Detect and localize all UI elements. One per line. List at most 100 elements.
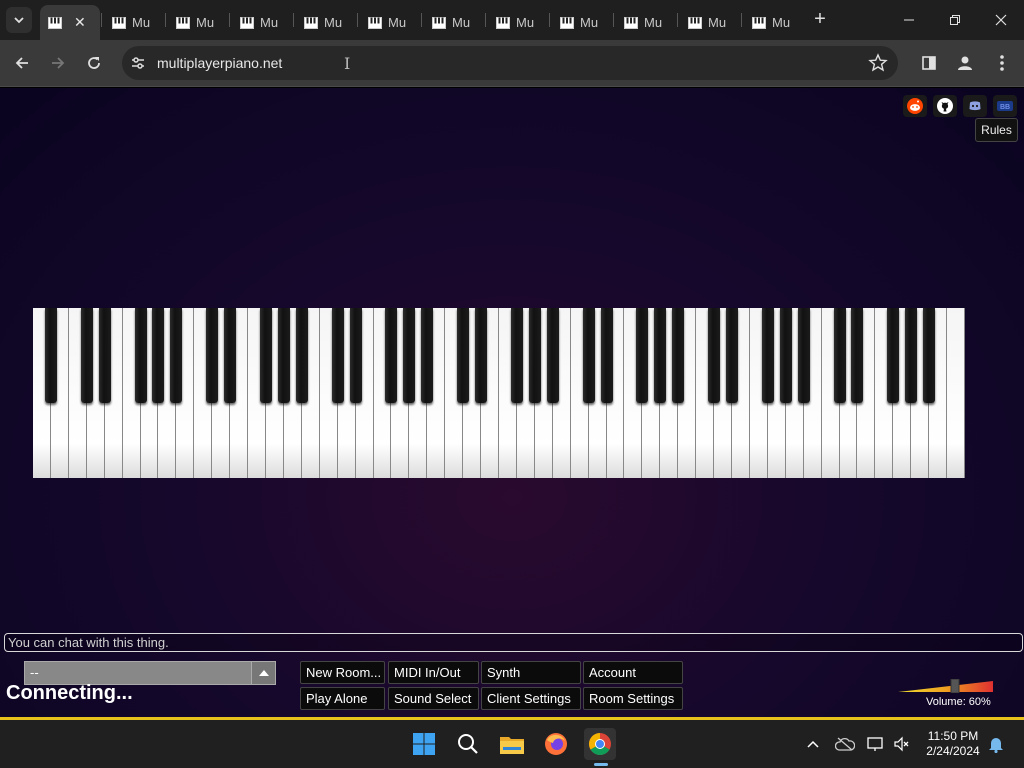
start-button[interactable]	[408, 728, 440, 760]
chat-input[interactable]: You can chat with this thing.	[4, 633, 1023, 652]
reload-button[interactable]	[82, 51, 106, 75]
black-key[interactable]	[331, 308, 344, 403]
browser-tab[interactable]: Mu	[616, 5, 674, 40]
black-key[interactable]	[761, 308, 774, 403]
black-key[interactable]	[385, 308, 398, 403]
black-key[interactable]	[510, 308, 523, 403]
forum-link[interactable]: BB	[993, 95, 1017, 117]
black-key[interactable]	[475, 308, 488, 403]
profile-button[interactable]	[954, 52, 976, 74]
black-key[interactable]	[636, 308, 649, 403]
black-key[interactable]	[277, 308, 290, 403]
black-key[interactable]	[546, 308, 559, 403]
bookmark-star-icon[interactable]	[868, 53, 888, 73]
black-key[interactable]	[98, 308, 111, 403]
black-key[interactable]	[851, 308, 864, 403]
back-button[interactable]	[10, 51, 34, 75]
black-key[interactable]	[403, 308, 416, 403]
file-explorer-button[interactable]	[496, 728, 528, 760]
volume-knob[interactable]	[950, 679, 960, 693]
play-alone-button[interactable]: Play Alone	[300, 687, 385, 710]
black-key[interactable]	[833, 308, 846, 403]
site-settings-icon[interactable]	[130, 55, 146, 71]
tab-title: Mu	[452, 15, 470, 30]
midi-button[interactable]: MIDI In/Out	[388, 661, 479, 684]
black-key[interactable]	[170, 308, 183, 403]
browser-tab[interactable]: Mu	[744, 5, 802, 40]
piano-keyboard[interactable]	[33, 308, 965, 478]
black-key[interactable]	[206, 308, 219, 403]
bell-icon	[989, 738, 1003, 753]
white-key[interactable]	[947, 308, 965, 478]
minimize-button[interactable]	[886, 0, 932, 40]
show-hidden-icons-button[interactable]	[803, 734, 823, 754]
new-room-button[interactable]: New Room...	[300, 661, 385, 684]
synth-button[interactable]: Synth	[481, 661, 581, 684]
sound-select-button[interactable]: Sound Select	[388, 687, 479, 710]
black-key[interactable]	[708, 308, 721, 403]
black-key[interactable]	[726, 308, 738, 403]
black-key[interactable]	[224, 308, 237, 403]
black-key[interactable]	[44, 308, 57, 403]
black-key[interactable]	[295, 308, 308, 403]
address-bar[interactable]: multiplayerpiano.net I	[122, 46, 898, 80]
taskbar-search-button[interactable]	[452, 728, 484, 760]
black-key[interactable]	[923, 308, 936, 403]
browser-tab[interactable]: Mu	[424, 5, 482, 40]
black-key[interactable]	[600, 308, 613, 403]
close-window-button[interactable]	[978, 0, 1024, 40]
browser-tab[interactable]: Mu	[168, 5, 226, 40]
url-text[interactable]: multiplayerpiano.net	[157, 55, 282, 71]
network-button[interactable]	[866, 734, 886, 754]
black-key[interactable]	[779, 308, 792, 403]
black-key[interactable]	[134, 308, 147, 403]
black-key[interactable]	[349, 308, 362, 403]
black-key[interactable]	[80, 308, 93, 403]
room-select-arrow[interactable]	[251, 662, 275, 684]
black-key[interactable]	[528, 308, 541, 403]
restore-button[interactable]	[932, 0, 978, 40]
black-key[interactable]	[421, 308, 434, 403]
black-key[interactable]	[797, 308, 810, 403]
black-key[interactable]	[887, 308, 900, 403]
taskbar: 11:50 PM 2/24/2024	[0, 720, 1024, 768]
reddit-link[interactable]	[903, 95, 927, 117]
black-key[interactable]	[582, 308, 595, 403]
black-key[interactable]	[905, 308, 918, 403]
black-key[interactable]	[260, 308, 272, 403]
notifications-button[interactable]	[986, 734, 1006, 754]
volume-tray-button[interactable]	[892, 734, 912, 754]
piano-icon	[176, 16, 190, 29]
browser-tab[interactable]: Mu	[488, 5, 546, 40]
tab-search-button[interactable]	[6, 7, 32, 33]
close-tab-icon[interactable]: ✕	[74, 14, 86, 31]
browser-tab[interactable]: Mu	[296, 5, 354, 40]
browser-menu-button[interactable]	[991, 52, 1013, 74]
black-key[interactable]	[457, 308, 470, 403]
room-settings-button[interactable]: Room Settings	[583, 687, 683, 710]
piano-icon	[496, 16, 510, 29]
chrome-button[interactable]	[584, 728, 616, 760]
browser-tab[interactable]: Mu	[104, 5, 162, 40]
browser-tab[interactable]: Mu	[232, 5, 290, 40]
onedrive-button[interactable]	[835, 734, 855, 754]
forward-button[interactable]	[46, 51, 70, 75]
account-button[interactable]: Account	[583, 661, 683, 684]
connection-status: Connecting...	[6, 682, 133, 704]
firefox-button[interactable]	[540, 728, 572, 760]
black-key[interactable]	[672, 308, 685, 403]
github-link[interactable]	[933, 95, 957, 117]
side-panel-button[interactable]	[918, 52, 940, 74]
volume-slider[interactable]	[898, 679, 994, 693]
black-key[interactable]	[654, 308, 667, 403]
browser-tab[interactable]: Mu	[680, 5, 738, 40]
browser-tab[interactable]: Mu	[360, 5, 418, 40]
discord-link[interactable]	[963, 95, 987, 117]
client-settings-button[interactable]: Client Settings	[481, 687, 581, 710]
clock[interactable]: 11:50 PM 2/24/2024	[918, 729, 988, 759]
new-tab-button[interactable]: +	[808, 8, 832, 32]
black-key[interactable]	[152, 308, 165, 403]
browser-tab[interactable]: Mu	[552, 5, 610, 40]
browser-tab[interactable]: ✕	[40, 5, 100, 40]
tab-separator	[549, 13, 550, 27]
